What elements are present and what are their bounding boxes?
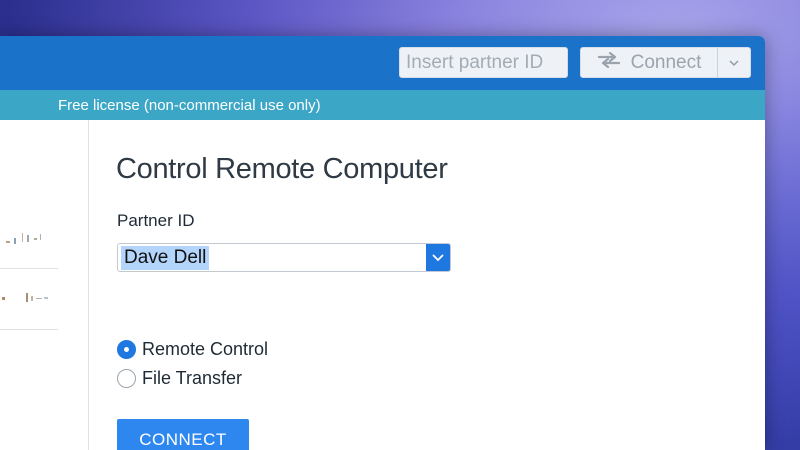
sidebar	[0, 120, 89, 450]
radio-button-checked[interactable]	[117, 340, 136, 359]
partner-id-value: Dave Dell	[121, 245, 210, 270]
radio-remote-control-label: Remote Control	[142, 339, 269, 359]
sidebar-item[interactable]	[0, 208, 58, 269]
license-text: Free license (non-commercial use only)	[58, 96, 321, 114]
radio-remote-control[interactable]: Remote Control	[117, 339, 268, 360]
app-window: Connect Free license (non-commercial use…	[0, 36, 765, 450]
partner-id-label: Partner ID	[117, 211, 195, 230]
select-chevron-icon[interactable]	[426, 244, 450, 271]
connect-button[interactable]: CONNECT	[117, 419, 249, 450]
sidebar-thumbnail-icon	[6, 233, 41, 244]
partner-id-select[interactable]: Dave Dell	[117, 243, 451, 272]
connect-dropdown-button[interactable]	[718, 48, 750, 77]
radio-file-transfer-label: File Transfer	[142, 368, 243, 388]
toolbar-connect-button[interactable]: Connect	[581, 48, 718, 77]
toolbar: Connect	[0, 36, 765, 90]
swap-arrows-icon	[597, 51, 621, 74]
toolbar-connect-label: Connect	[630, 51, 702, 73]
partner-id-input[interactable]	[399, 47, 568, 78]
page-title: Control Remote Computer	[116, 153, 448, 185]
radio-button-unchecked[interactable]	[117, 369, 136, 388]
main-panel: Control Remote Computer Partner ID Dave …	[89, 120, 765, 450]
connect-split-button: Connect	[580, 47, 751, 78]
radio-file-transfer[interactable]: File Transfer	[117, 368, 242, 389]
license-banner: Free license (non-commercial use only)	[0, 90, 765, 120]
chevron-down-icon	[729, 55, 739, 70]
sidebar-item[interactable]	[0, 269, 58, 330]
sidebar-thumbnail-icon	[2, 293, 48, 302]
